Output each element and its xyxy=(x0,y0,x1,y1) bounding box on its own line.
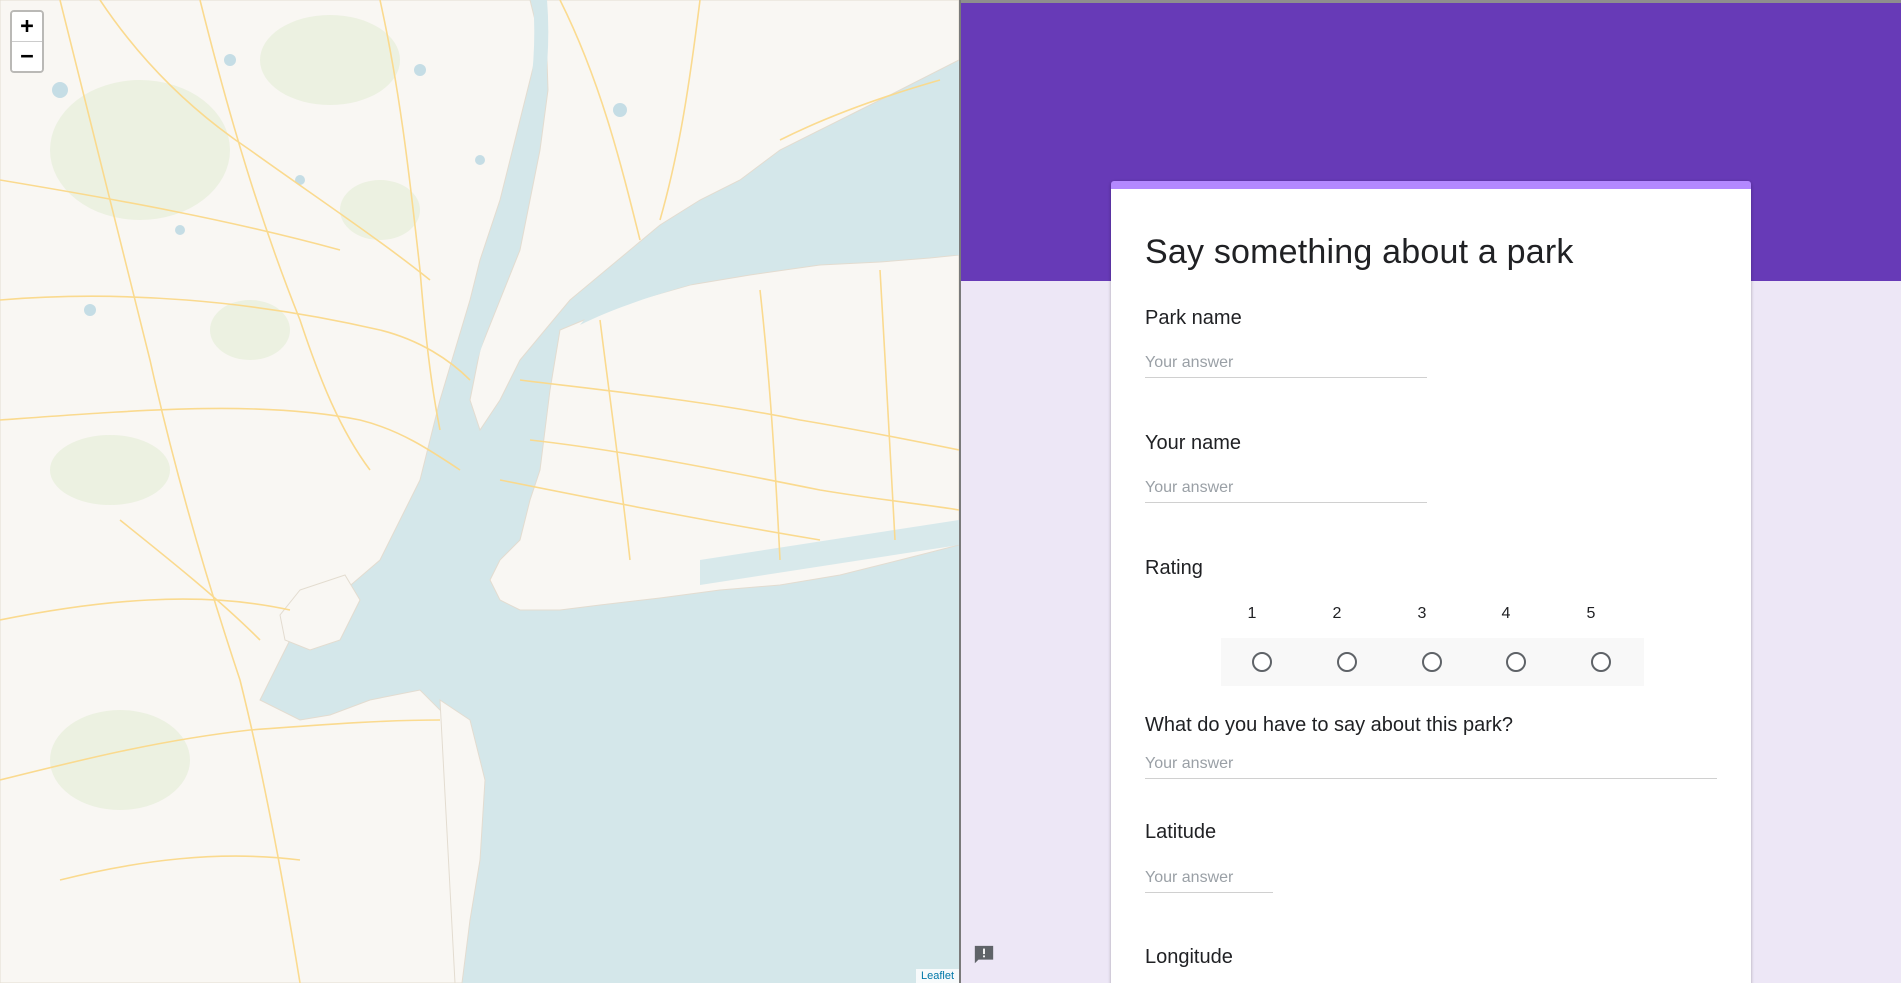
your-name-input[interactable] xyxy=(1145,479,1427,503)
rating-radio-5[interactable] xyxy=(1591,652,1611,672)
rating-option-label: 4 xyxy=(1501,605,1511,622)
rating-radio-4[interactable] xyxy=(1506,652,1526,672)
longitude-label: Longitude xyxy=(1145,946,1233,968)
form-card: Say something about a park Park name You… xyxy=(1111,181,1751,983)
rating-option-label: 3 xyxy=(1417,605,1427,622)
rating-radio-row xyxy=(1221,638,1644,686)
park-name-label: Park name xyxy=(1145,307,1242,329)
rating-option-label: 2 xyxy=(1332,605,1342,622)
rating-option-label: 5 xyxy=(1586,605,1596,622)
rating-radio-1[interactable] xyxy=(1252,652,1272,672)
comment-input[interactable] xyxy=(1145,755,1717,779)
latitude-label: Latitude xyxy=(1145,821,1217,843)
rating-radio-3[interactable] xyxy=(1422,652,1442,672)
form-title: Say something about a park xyxy=(1145,233,1574,271)
latitude-input[interactable] xyxy=(1145,869,1273,893)
rating-radio-2[interactable] xyxy=(1337,652,1357,672)
map-tiles xyxy=(0,0,959,983)
map-pane[interactable]: + − Leaflet xyxy=(0,0,959,983)
comment-label: What do you have to say about this park? xyxy=(1145,714,1513,736)
your-name-label: Your name xyxy=(1145,432,1241,454)
zoom-out-button[interactable]: − xyxy=(12,42,42,71)
zoom-in-button[interactable]: + xyxy=(12,12,42,42)
form-pane: Say something about a park Park name You… xyxy=(961,0,1901,983)
rating-label: Rating xyxy=(1145,557,1203,579)
zoom-control: + − xyxy=(10,10,44,73)
rating-option-label: 1 xyxy=(1247,605,1257,622)
map-attribution-link[interactable]: Leaflet xyxy=(915,969,959,983)
park-name-input[interactable] xyxy=(1145,354,1427,378)
report-feedback-icon[interactable] xyxy=(973,944,995,966)
